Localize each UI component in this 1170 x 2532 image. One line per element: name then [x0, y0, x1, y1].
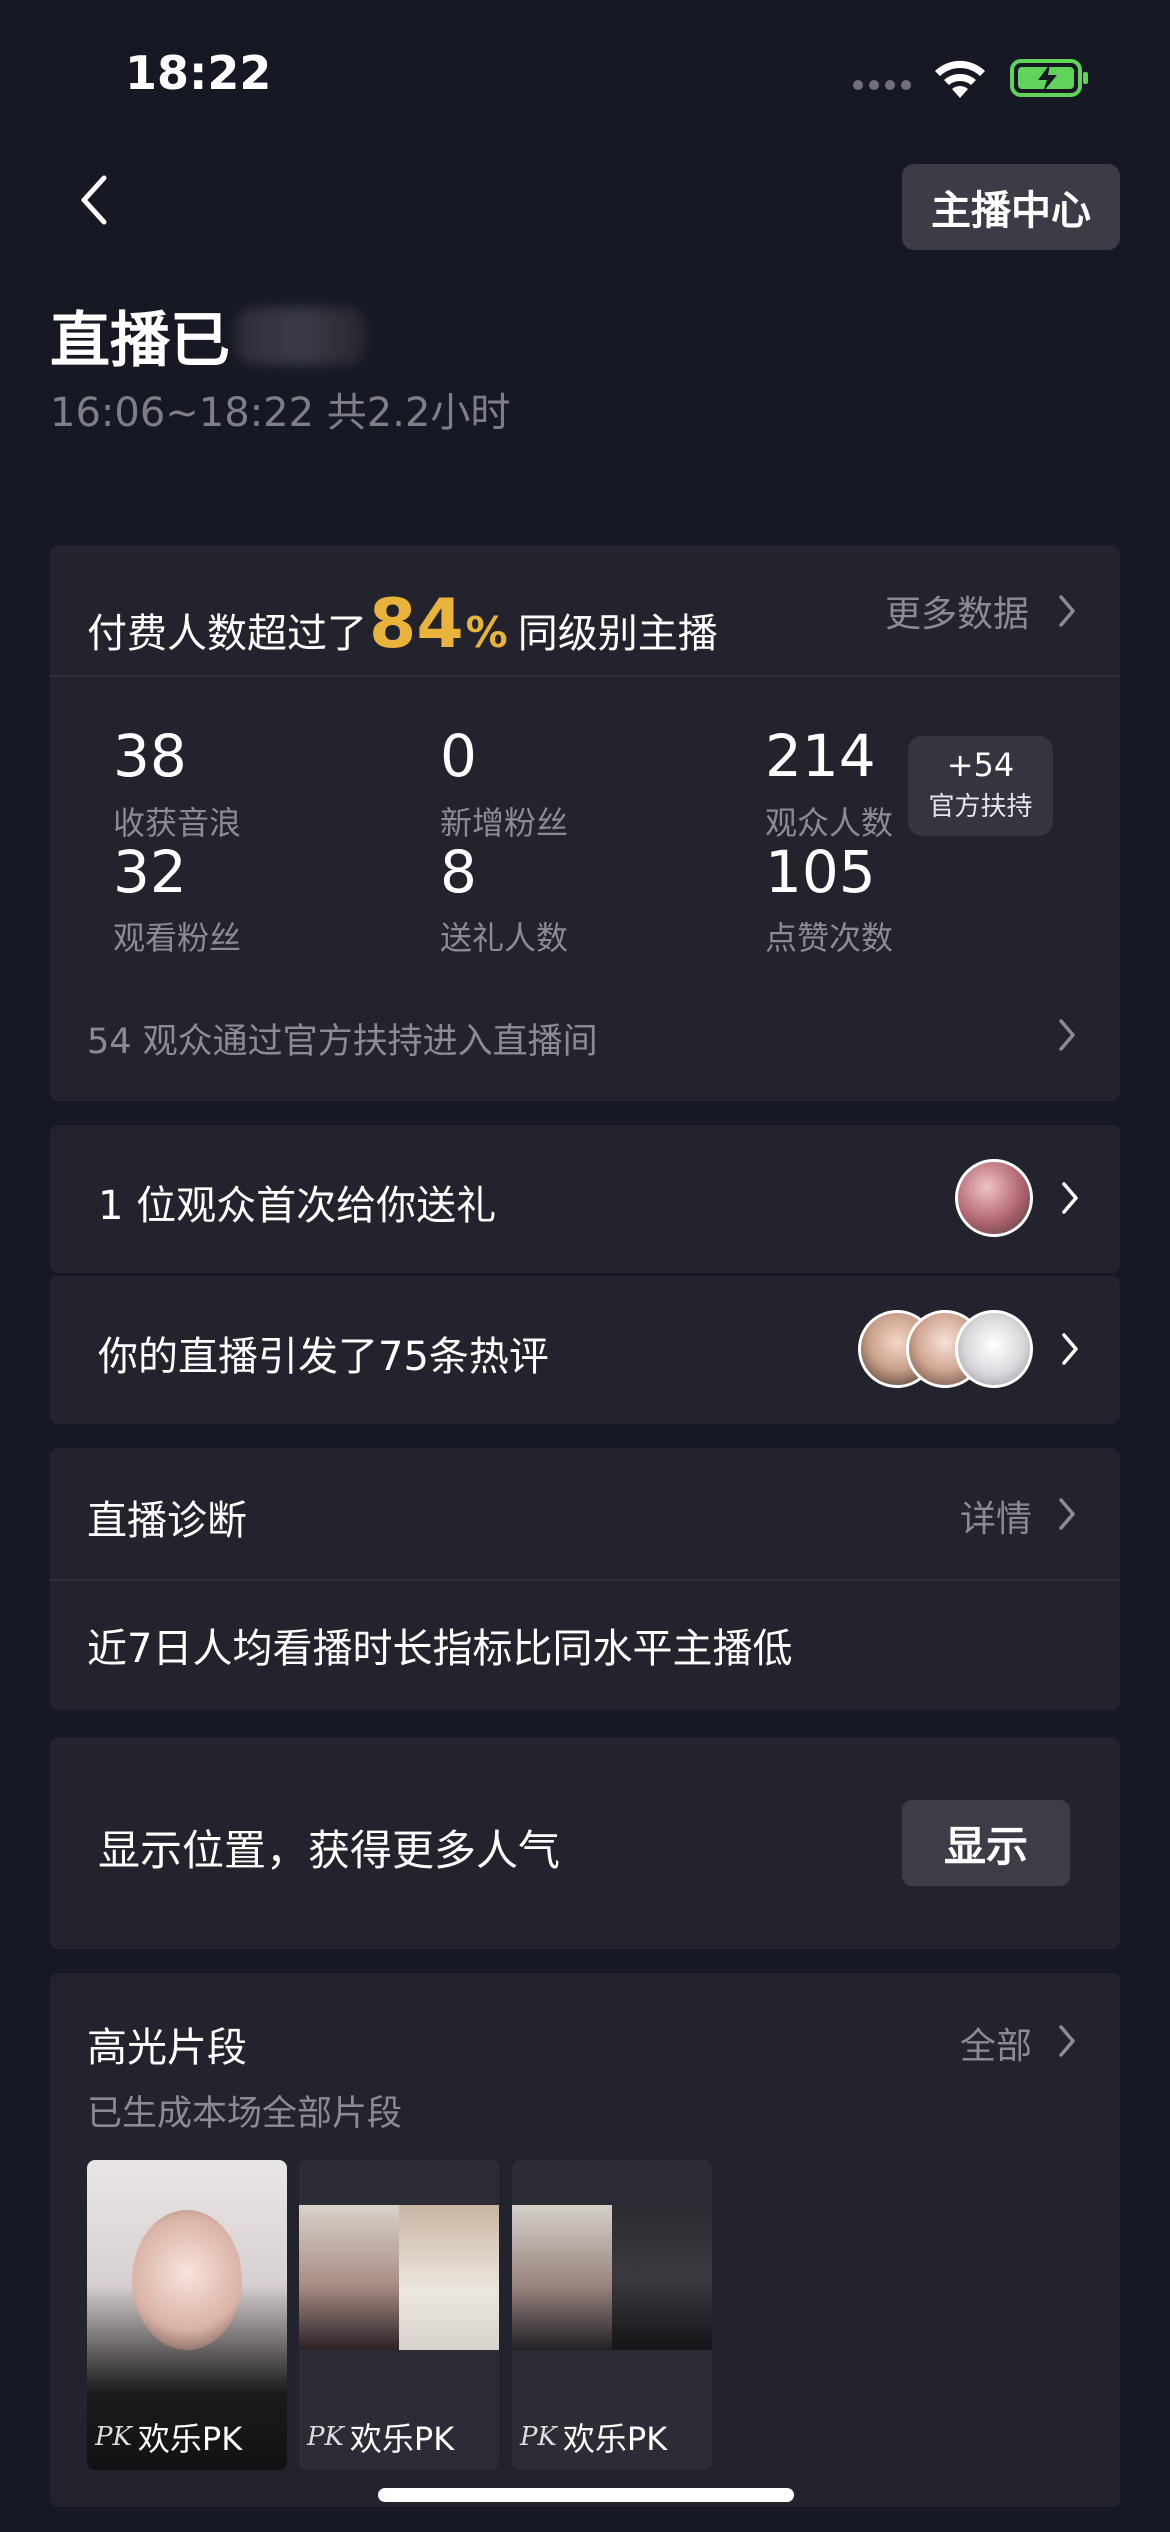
divider: [50, 1579, 1120, 1581]
diagnosis-detail-link[interactable]: 详情: [960, 1490, 1032, 1542]
clip-title: 欢乐PK: [137, 2420, 243, 2458]
clip-label: PK 欢乐PK: [520, 2414, 667, 2460]
divider: [50, 675, 1120, 677]
highlights-subtitle: 已生成本场全部片段: [87, 2094, 403, 2134]
first-gift-text: 1 位观众首次给你送礼: [98, 1183, 497, 1229]
clip-title: 欢乐PK: [562, 2420, 668, 2458]
summary-percent-number: 84: [369, 585, 464, 664]
signal-dots-icon: [853, 80, 911, 90]
highlight-clip[interactable]: PK 欢乐PK: [87, 2160, 287, 2470]
diagnosis-title: 直播诊断: [87, 1498, 247, 1544]
home-indicator[interactable]: [378, 2488, 794, 2502]
show-location-button[interactable]: 显示: [902, 1800, 1070, 1886]
pk-mark: PK: [520, 2422, 557, 2452]
summary-percent-sign: %: [465, 608, 508, 657]
hot-comments-row[interactable]: 你的直播引发了75条热评: [50, 1276, 1120, 1424]
pk-mark: PK: [307, 2422, 344, 2452]
support-info-text[interactable]: 54 观众通过官方扶持进入直播间: [87, 1013, 598, 1064]
clip-thumbnail-right: [612, 2205, 712, 2350]
stat-label-likes: 点赞次数: [765, 919, 894, 957]
pk-mark: PK: [95, 2422, 132, 2452]
location-text: 显示位置，获得更多人气: [98, 1826, 561, 1875]
avatar: [955, 1310, 1033, 1388]
stat-value-gifters: 8: [440, 838, 477, 906]
badge-label: 官方扶持: [928, 792, 1033, 822]
hot-comments-text: 你的直播引发了75条热评: [98, 1334, 549, 1380]
clip-thumbnail-right: [399, 2205, 499, 2350]
stat-value-likes: 105: [765, 838, 876, 906]
clip-face: [132, 2210, 242, 2350]
chevron-right-icon[interactable]: [1057, 1017, 1077, 1053]
first-gift-row[interactable]: 1 位观众首次给你送礼: [50, 1125, 1120, 1273]
status-bar: 18:22: [0, 0, 1170, 150]
summary-headline: 付费人数超过了 84 % 同级别主播: [87, 585, 718, 664]
stat-value-sound-waves: 38: [113, 722, 187, 790]
highlight-clip[interactable]: PK 欢乐PK: [299, 2160, 499, 2470]
live-title-text: 直播已: [50, 306, 230, 376]
chevron-right-icon[interactable]: [1057, 2023, 1077, 2059]
page-title: 直播已: [50, 292, 366, 379]
stat-value-viewers: 214: [765, 722, 876, 790]
clip-thumbnail-left: [299, 2205, 399, 2350]
clip-thumbnail-left: [512, 2205, 612, 2350]
diagnosis-message: 近7日人均看播时长指标比同水平主播低: [87, 1626, 793, 1672]
chevron-right-icon: [1062, 1182, 1078, 1214]
host-center-button[interactable]: 主播中心: [902, 164, 1120, 250]
chevron-right-icon[interactable]: [1057, 1496, 1077, 1532]
summary-prefix: 付费人数超过了: [87, 611, 367, 657]
highlights-title: 高光片段: [87, 2025, 247, 2071]
highlight-clip[interactable]: PK 欢乐PK: [512, 2160, 712, 2470]
status-time: 18:22: [125, 46, 272, 100]
avatar: [955, 1159, 1033, 1237]
chevron-right-icon: [1062, 1333, 1078, 1365]
chevron-right-icon[interactable]: [1057, 593, 1077, 629]
clip-title: 欢乐PK: [349, 2420, 455, 2458]
blurred-text: [236, 306, 366, 365]
stat-value-watching-fans: 32: [113, 838, 187, 906]
clip-label: PK 欢乐PK: [307, 2414, 454, 2460]
back-icon[interactable]: [70, 170, 120, 230]
wifi-icon: [935, 60, 985, 98]
clip-label: PK 欢乐PK: [95, 2414, 242, 2460]
live-time-range: 16:06~18:22 共2.2小时: [50, 390, 511, 436]
stat-label-watching-fans: 观看粉丝: [113, 919, 242, 957]
stat-label-gifters: 送礼人数: [440, 919, 569, 957]
live-diagnosis-card: 直播诊断 详情 近7日人均看播时长指标比同水平主播低: [50, 1448, 1120, 1710]
summary-suffix: 同级别主播: [517, 611, 718, 657]
official-support-badge: +54 官方扶持: [908, 736, 1053, 836]
stat-value-new-fans: 0: [440, 722, 477, 790]
badge-value: +54: [946, 746, 1015, 784]
more-data-link[interactable]: 更多数据: [885, 585, 1029, 637]
highlights-all-link[interactable]: 全部: [960, 2017, 1032, 2069]
battery-charging-icon: [1010, 59, 1088, 97]
